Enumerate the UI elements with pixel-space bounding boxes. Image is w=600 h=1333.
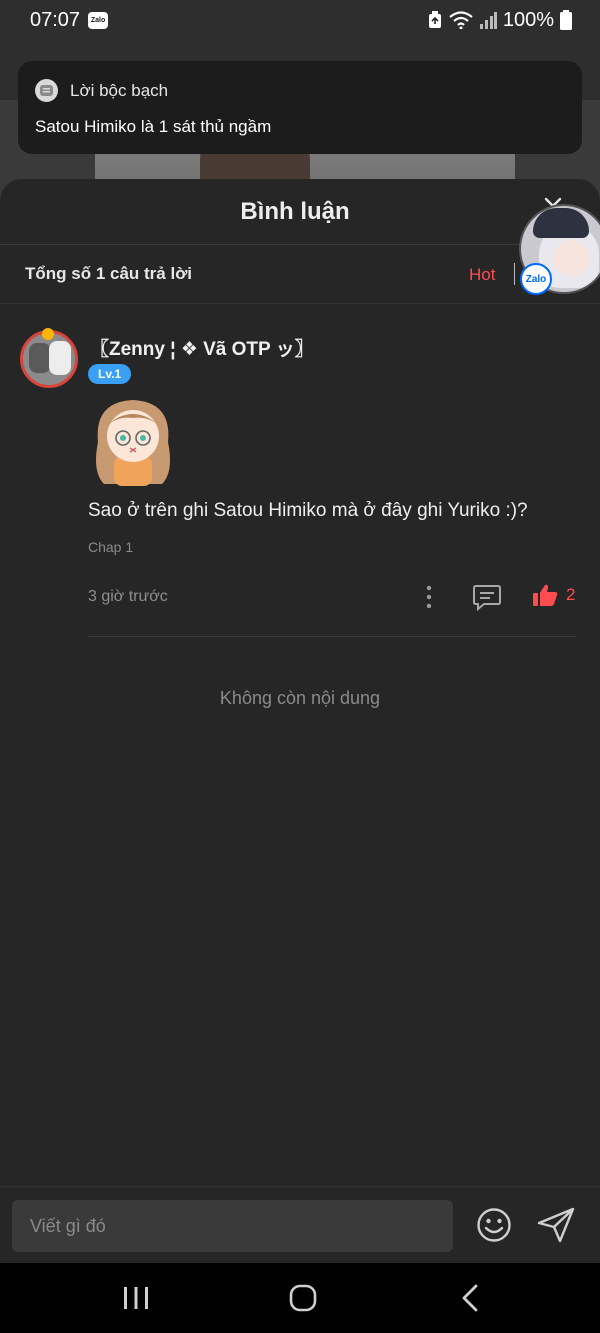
back-icon[interactable] <box>458 1283 482 1313</box>
reply-count: Tổng số 1 câu trả lời <box>25 264 193 283</box>
more-icon[interactable] <box>420 584 438 610</box>
zalo-icon: Zalo <box>520 263 552 295</box>
alarm-icon <box>428 11 441 28</box>
sort-hot-tab[interactable]: Hot <box>469 265 495 285</box>
comment-text: Sao ở trên ghi Satou Himiko mà ở đây ghi… <box>88 500 528 521</box>
like-button[interactable]: 2 <box>532 583 575 607</box>
sheet-header: Bình luận <box>0 179 600 245</box>
status-right: 100% <box>427 9 572 32</box>
thumbs-up-icon <box>533 584 558 606</box>
sort-divider <box>514 263 515 285</box>
wifi-icon <box>449 11 473 29</box>
recents-icon[interactable] <box>122 1285 150 1311</box>
notification-toast[interactable]: Lời bộc bạch Satou Himiko là 1 sát thủ n… <box>18 61 582 154</box>
send-icon[interactable] <box>536 1206 576 1244</box>
battery-icon <box>560 10 572 30</box>
comment-input-bar <box>0 1186 600 1263</box>
notification-header: Lời bộc bạch <box>35 79 565 102</box>
emoji-icon[interactable] <box>476 1207 512 1243</box>
avatar-frame-badge <box>42 328 54 340</box>
avatar-figure-left <box>29 343 51 373</box>
end-of-content-message: Không còn nội dung <box>219 688 381 708</box>
battery-percent: 100% <box>502 8 554 31</box>
reply-icon[interactable] <box>472 583 502 611</box>
home-icon[interactable] <box>288 1283 318 1313</box>
status-left: 07:07 Zalo <box>30 8 109 32</box>
like-count: 2 <box>566 585 576 604</box>
zalo-icon: Zalo <box>88 11 109 29</box>
message-icon <box>35 79 58 102</box>
notification-body: Satou Himiko là 1 sát thủ ngầm <box>35 117 272 136</box>
status-time: 07:07 <box>30 8 81 31</box>
comment-divider <box>88 636 576 637</box>
signal-icon <box>479 12 497 29</box>
comment-time: 3 giờ trước <box>88 588 168 605</box>
system-nav-bar <box>0 1263 600 1333</box>
status-bar: 07:07 Zalo 100% <box>0 0 600 40</box>
sticker-image <box>96 400 170 486</box>
summary-row: Tổng số 1 câu trả lời Hot <box>0 245 600 304</box>
notification-title: Lời bộc bạch <box>70 80 169 100</box>
comment-input[interactable] <box>12 1200 453 1252</box>
comment-chapter: Chap 1 <box>88 539 134 555</box>
level-badge: Lv.1 <box>88 364 132 384</box>
avatar-figure-right <box>49 341 71 375</box>
chat-head-face <box>553 240 589 276</box>
chat-head-hat <box>533 208 589 238</box>
sheet-title: Bình luận <box>240 197 350 225</box>
comment-username[interactable]: 〖Zenny ¦ ❖ Vã OTP ッ〗 <box>90 334 314 361</box>
